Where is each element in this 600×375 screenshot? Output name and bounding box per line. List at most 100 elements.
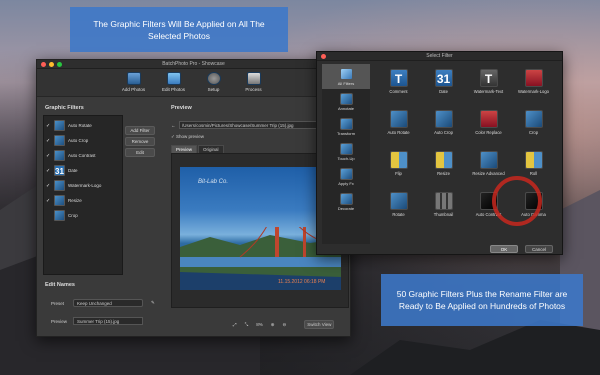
list-item[interactable]: ✓ Watermark-Logo	[44, 178, 122, 193]
add-photos-button[interactable]: Add Photos	[119, 72, 149, 96]
watermark-text: Bit-Lab Co.	[198, 179, 229, 185]
crop-icon	[54, 210, 65, 221]
date-icon: 31	[54, 165, 65, 176]
top-callout: The Graphic Filters Will Be Applied on A…	[70, 7, 288, 52]
fit-icon[interactable]: ⤢	[233, 322, 237, 327]
switch-view-button[interactable]: Switch View	[304, 320, 335, 329]
filter-titlebar[interactable]: Select Filter	[317, 52, 562, 61]
filter-flip[interactable]: Flip	[378, 146, 419, 187]
process-button[interactable]: Process	[239, 72, 269, 96]
filter-date[interactable]: 31 Date	[423, 64, 464, 105]
actual-size-icon[interactable]: ⤡	[245, 322, 249, 327]
rotate-icon	[389, 192, 408, 210]
filter-checkbox[interactable]: ✓	[46, 123, 51, 129]
auto-contrast-icon	[54, 150, 65, 161]
highlight-ring	[492, 176, 542, 226]
roll-icon	[524, 151, 543, 169]
date-stamp: 11.15.2012 06:18 PM	[278, 279, 326, 285]
filter-watermark-logo[interactable]: Watermark-Logo	[513, 64, 554, 105]
preset-select[interactable]: Keep Unchanged	[73, 299, 143, 307]
filter-crop[interactable]: Crop	[513, 105, 554, 146]
category-annotate[interactable]: Annotate	[322, 89, 370, 114]
filter-comment[interactable]: T Comment	[378, 64, 419, 105]
photos-icon	[126, 72, 141, 85]
category-transform[interactable]: Transform	[322, 114, 370, 139]
add-filter-button[interactable]: Add Filter	[125, 126, 155, 135]
auto-crop-icon	[54, 135, 65, 146]
filter-rotate[interactable]: Rotate	[378, 187, 419, 228]
annotate-icon	[339, 92, 353, 105]
touch-up-icon	[339, 142, 353, 155]
filter-checkbox[interactable]: ✓	[46, 168, 51, 174]
decorate-icon	[339, 192, 353, 205]
resize-icon	[434, 151, 453, 169]
preset-row: Preset Keep Unchanged ✎	[51, 299, 155, 307]
watermark-logo-icon	[54, 180, 65, 191]
preset-label: Preset	[51, 300, 65, 306]
list-item[interactable]: ✓ 31 Date	[44, 163, 122, 178]
process-icon	[246, 72, 261, 85]
ok-button[interactable]: OK	[490, 245, 518, 253]
graphic-filters-title: Graphic Filters	[45, 105, 84, 111]
transform-icon	[339, 117, 353, 130]
auto-rotate-icon	[54, 120, 65, 131]
apply-fx-icon	[339, 167, 353, 180]
edit-button[interactable]: Edit	[125, 148, 155, 157]
remove-button[interactable]: Remove	[125, 137, 155, 146]
list-item[interactable]: ✓ Auto Crop	[44, 133, 122, 148]
cancel-button[interactable]: Cancel	[525, 245, 553, 253]
color-replace-icon	[479, 110, 498, 128]
gear-icon	[206, 72, 221, 85]
main-toolbar: Add Photos Edit Photos Setup Process	[37, 69, 350, 97]
pencil-icon[interactable]: ✎	[151, 300, 155, 306]
main-titlebar[interactable]: BatchPhoto Pro - Showcase	[37, 60, 350, 69]
select-filter-window: Select Filter All Filters Annotate Trans…	[316, 51, 563, 255]
edit-photos-button[interactable]: Edit Photos	[159, 72, 189, 96]
back-arrow-icon[interactable]: ←	[171, 123, 176, 128]
filter-color-replace[interactable]: Color Replace	[468, 105, 509, 146]
category-apply-fx[interactable]: Apply Fx	[322, 164, 370, 189]
show-preview-checkbox[interactable]: ✓ Show preview	[171, 134, 204, 140]
filter-resize[interactable]: Resize	[423, 146, 464, 187]
filter-watermark-text[interactable]: T Watermark-Text	[468, 64, 509, 105]
comment-icon: T	[389, 69, 408, 87]
window-title: BatchPhoto Pro - Showcase	[162, 61, 225, 67]
zoom-out-icon[interactable]: ⊖	[283, 322, 287, 328]
category-touch-up[interactable]: Touch-Up	[322, 139, 370, 164]
filter-checkbox[interactable]: ✓	[46, 138, 51, 144]
main-window: BatchPhoto Pro - Showcase Add Photos Edi…	[36, 59, 351, 337]
date-icon: 31	[434, 69, 453, 87]
list-item[interactable]: ✓ Resize	[44, 193, 122, 208]
list-item[interactable]: ✓ Auto Contrast	[44, 148, 122, 163]
filter-thumbnail[interactable]: Thumbnail	[423, 187, 464, 228]
list-item[interactable]: Crop	[44, 208, 122, 223]
resize-advanced-icon	[479, 151, 498, 169]
list-item[interactable]: ✓ Auto Rotate	[44, 118, 122, 133]
zoom-in-icon[interactable]: ⊕	[271, 322, 275, 328]
filter-checkbox[interactable]: ✓	[46, 183, 51, 189]
filter-window-title: Select Filter	[426, 53, 453, 59]
auto-crop-icon	[434, 110, 453, 128]
filter-auto-crop[interactable]: Auto Crop	[423, 105, 464, 146]
preview-title: Preview	[171, 105, 192, 111]
category-decorate[interactable]: Decorate	[322, 189, 370, 214]
filter-buttons: Add Filter Remove Edit	[125, 126, 155, 157]
auto-rotate-icon	[389, 110, 408, 128]
edit-photos-icon	[166, 72, 181, 85]
filter-checkbox[interactable]: ✓	[46, 153, 51, 159]
category-all-filters[interactable]: All Filters	[322, 64, 370, 89]
resize-icon	[54, 195, 65, 206]
setup-button[interactable]: Setup	[199, 72, 229, 96]
preview-footer: ⤢ ⤡ 8% ⊕ ⊖ Switch View	[233, 320, 335, 329]
crop-icon	[524, 110, 543, 128]
filter-checkbox[interactable]: ✓	[46, 198, 51, 204]
preview-label: Preview	[51, 318, 68, 324]
bottom-callout: 50 Graphic Filters Plus the Rename Filte…	[381, 274, 583, 326]
flip-icon	[389, 151, 408, 169]
thumbnail-icon	[434, 192, 453, 210]
filter-auto-rotate[interactable]: Auto Rotate	[378, 105, 419, 146]
category-list: All Filters Annotate Transform Touch-Up …	[322, 64, 370, 244]
filter-list[interactable]: ✓ Auto Rotate ✓ Auto Crop ✓ Auto Contras…	[43, 115, 123, 275]
edit-names-title: Edit Names	[45, 282, 75, 288]
watermark-text-icon: T	[479, 69, 498, 87]
